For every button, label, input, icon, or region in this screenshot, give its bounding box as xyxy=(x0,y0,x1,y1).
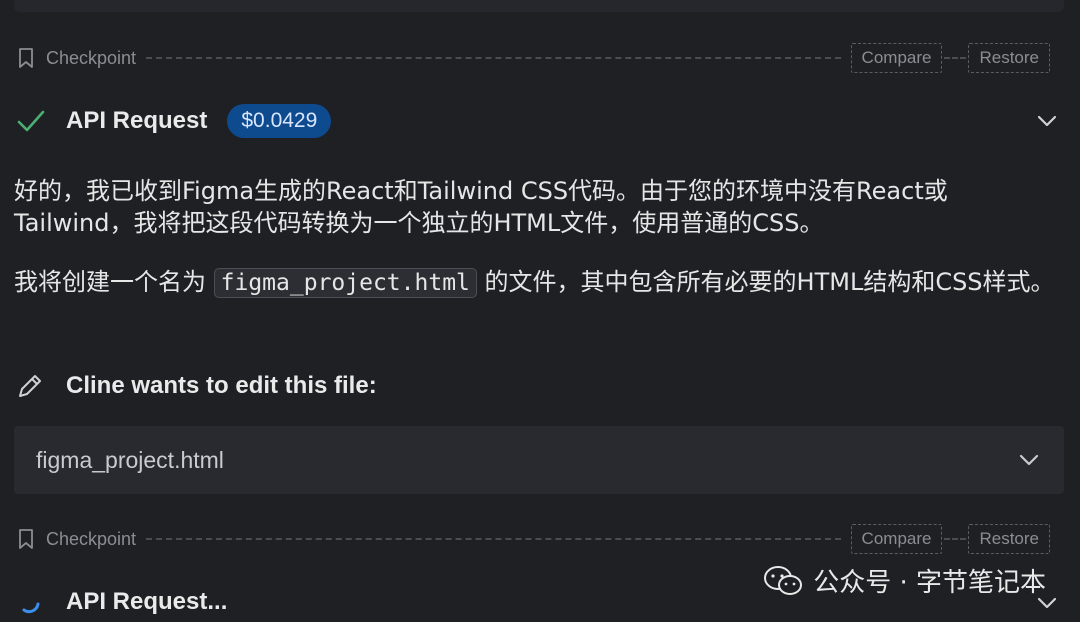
wechat-icon xyxy=(764,565,803,595)
edit-file-title: Cline wants to edit this file: xyxy=(66,372,377,399)
inline-code-filename: figma_project.html xyxy=(213,268,477,298)
cost-badge: $0.0429 xyxy=(227,104,332,138)
assistant-message-paragraph: 我将创建一个名为 figma_project.html 的文件，其中包含所有必要… xyxy=(14,266,1064,299)
previous-message-box xyxy=(14,0,1064,12)
watermark-text: 公众号 · 字节笔记本 xyxy=(813,568,1046,598)
checkpoint-label: Checkpoint xyxy=(46,528,137,549)
restore-button[interactable]: Restore xyxy=(968,524,1050,554)
message-text: 的文件，其中包含所有必要的HTML结构和CSS样式。 xyxy=(484,268,1055,296)
watermark: 公众号 · 字节笔记本 xyxy=(763,562,1046,599)
checkpoint-divider xyxy=(944,538,967,540)
bookmark-icon xyxy=(19,48,33,68)
checkpoint-row: Checkpoint Compare Restore xyxy=(16,524,1050,554)
api-request-header[interactable]: API Request $0.0429 xyxy=(16,101,1064,141)
chevron-down-icon[interactable] xyxy=(1034,108,1060,134)
bookmark-icon xyxy=(19,529,33,549)
api-request-title: API Request... xyxy=(66,588,228,615)
compare-button[interactable]: Compare xyxy=(850,524,943,554)
spinner-icon xyxy=(22,602,40,614)
chevron-down-icon[interactable] xyxy=(1016,447,1042,473)
checkpoint-label: Checkpoint xyxy=(46,47,137,68)
assistant-message-paragraph: 好的，我已收到Figma生成的React和Tailwind CSS代码。由于您的… xyxy=(14,177,948,237)
checkpoint-row: Checkpoint Compare Restore xyxy=(16,43,1050,73)
check-icon xyxy=(17,110,45,132)
compare-button[interactable]: Compare xyxy=(850,43,943,73)
api-request-title: API Request xyxy=(66,107,208,134)
checkpoint-divider xyxy=(944,57,967,59)
checkpoint-divider xyxy=(146,57,841,59)
checkpoint-divider xyxy=(146,538,841,540)
message-text: 我将创建一个名为 xyxy=(14,268,206,296)
restore-button[interactable]: Restore xyxy=(968,43,1050,73)
pencil-icon xyxy=(19,375,41,397)
file-diff-collapsible[interactable]: figma_project.html xyxy=(14,426,1064,494)
file-name: figma_project.html xyxy=(36,446,224,473)
edit-file-header: Cline wants to edit this file: xyxy=(16,366,377,406)
